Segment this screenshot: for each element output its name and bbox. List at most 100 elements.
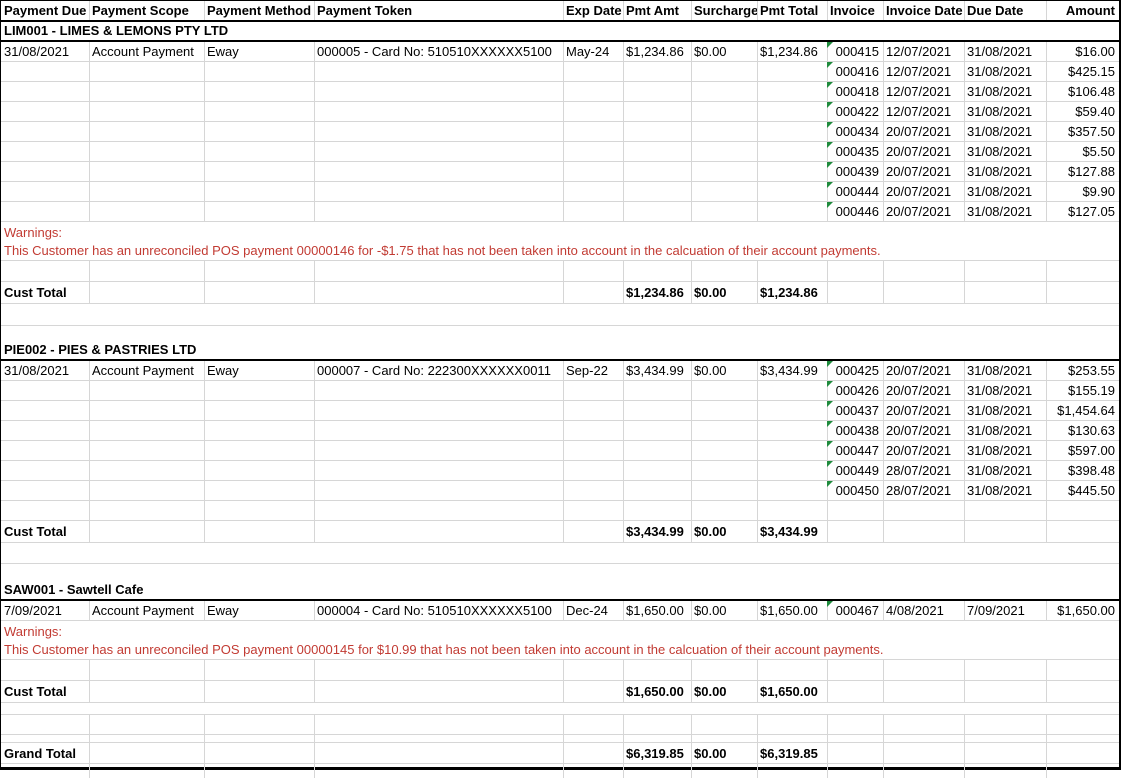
cell-payment-scope[interactable]: Account Payment	[89, 42, 204, 61]
col-header-amount[interactable]: Amount	[1046, 1, 1119, 20]
cust-total-label[interactable]: Cust Total	[1, 522, 89, 541]
cell-payment-token[interactable]: 000004 - Card No: 510510XXXXXX5100	[314, 601, 563, 620]
cell-amount[interactable]: $5.50	[1046, 142, 1119, 161]
cell-amount[interactable]: $130.63	[1046, 421, 1119, 440]
col-header-pmt-total[interactable]: Pmt Total	[757, 1, 827, 20]
cell-invoice-date[interactable]: 20/07/2021	[883, 162, 964, 181]
col-header-pmt-amt[interactable]: Pmt Amt	[623, 1, 691, 20]
cell-invoice-date[interactable]: 20/07/2021	[883, 122, 964, 141]
cell-amount[interactable]: $445.50	[1046, 481, 1119, 500]
cell-invoice-number[interactable]: 000444	[827, 182, 883, 201]
cell-invoice-date[interactable]: 20/07/2021	[883, 142, 964, 161]
cell-pmt-total[interactable]: $1,650.00	[757, 601, 827, 620]
cell-amount[interactable]: $16.00	[1046, 42, 1119, 61]
cell-payment-token[interactable]: 000007 - Card No: 222300XXXXXX0011	[314, 361, 563, 380]
cell-invoice-date[interactable]: 12/07/2021	[883, 82, 964, 101]
cell-invoice-number[interactable]: 000449	[827, 461, 883, 480]
cell-due-date[interactable]: 31/08/2021	[964, 361, 1046, 380]
cell-invoice-date[interactable]: 20/07/2021	[883, 441, 964, 460]
cust-total-label[interactable]: Cust Total	[1, 682, 89, 701]
cell-exp-date[interactable]: Sep-22	[563, 361, 623, 380]
cust-total-pmt-amt[interactable]: $1,650.00	[623, 682, 691, 701]
cell-payment-due[interactable]: 31/08/2021	[1, 361, 89, 380]
cell-amount[interactable]: $425.15	[1046, 62, 1119, 81]
cell-payment-token[interactable]: 000005 - Card No: 510510XXXXXX5100	[314, 42, 563, 61]
cell-invoice-date[interactable]: 12/07/2021	[883, 102, 964, 121]
cell-surcharge[interactable]: $0.00	[691, 361, 757, 380]
col-header-payment-due[interactable]: Payment Due	[1, 1, 89, 20]
cell-invoice-number[interactable]: 000422	[827, 102, 883, 121]
cell-payment-due[interactable]: 7/09/2021	[1, 601, 89, 620]
cell-pmt-total[interactable]: $3,434.99	[757, 361, 827, 380]
cell-due-date[interactable]: 31/08/2021	[964, 142, 1046, 161]
cell-invoice-number[interactable]: 000426	[827, 381, 883, 400]
cell-due-date[interactable]: 31/08/2021	[964, 162, 1046, 181]
cell-invoice-date[interactable]: 12/07/2021	[883, 42, 964, 61]
cell-pmt-amt[interactable]: $1,234.86	[623, 42, 691, 61]
cell-payment-method[interactable]: Eway	[204, 361, 314, 380]
customer-header-saw001[interactable]: SAW001 - Sawtell Cafe	[1, 581, 1119, 601]
cell-due-date[interactable]: 31/08/2021	[964, 102, 1046, 121]
cell-invoice-number[interactable]: 000467	[827, 601, 883, 620]
cell-amount[interactable]: $357.50	[1046, 122, 1119, 141]
cell-due-date[interactable]: 7/09/2021	[964, 601, 1046, 620]
cell-invoice-date[interactable]: 20/07/2021	[883, 182, 964, 201]
cell-due-date[interactable]: 31/08/2021	[964, 381, 1046, 400]
cell-invoice-number[interactable]: 000447	[827, 441, 883, 460]
cell-amount[interactable]: $9.90	[1046, 182, 1119, 201]
customer-header-lim001[interactable]: LIM001 - LIMES & LEMONS PTY LTD	[1, 22, 1119, 42]
cell-due-date[interactable]: 31/08/2021	[964, 461, 1046, 480]
cell-payment-due[interactable]: 31/08/2021	[1, 42, 89, 61]
cell-amount[interactable]: $106.48	[1046, 82, 1119, 101]
cell-pmt-amt[interactable]: $3,434.99	[623, 361, 691, 380]
col-header-invoice[interactable]: Invoice	[827, 1, 883, 20]
cust-total-pmt-total[interactable]: $1,234.86	[757, 283, 827, 302]
cell-payment-scope[interactable]: Account Payment	[89, 601, 204, 620]
cell-payment-method[interactable]: Eway	[204, 601, 314, 620]
cell-due-date[interactable]: 31/08/2021	[964, 441, 1046, 460]
cell-due-date[interactable]: 31/08/2021	[964, 421, 1046, 440]
cell-due-date[interactable]: 31/08/2021	[964, 122, 1046, 141]
cell-invoice-date[interactable]: 20/07/2021	[883, 381, 964, 400]
customer-header-pie002[interactable]: PIE002 - PIES & PASTRIES LTD	[1, 341, 1119, 361]
col-header-payment-token[interactable]: Payment Token	[314, 1, 563, 20]
col-header-surcharge[interactable]: Surcharge	[691, 1, 757, 20]
cell-invoice-number[interactable]: 000434	[827, 122, 883, 141]
cell-amount[interactable]: $127.88	[1046, 162, 1119, 181]
cell-amount[interactable]: $127.05	[1046, 202, 1119, 221]
cell-invoice-date[interactable]: 20/07/2021	[883, 401, 964, 420]
cell-invoice-number[interactable]: 000418	[827, 82, 883, 101]
cell-invoice-date[interactable]: 20/07/2021	[883, 202, 964, 221]
cell-amount[interactable]: $253.55	[1046, 361, 1119, 380]
cell-invoice-number[interactable]: 000435	[827, 142, 883, 161]
cell-invoice-date[interactable]: 28/07/2021	[883, 481, 964, 500]
cell-payment-scope[interactable]: Account Payment	[89, 361, 204, 380]
cell-invoice-number[interactable]: 000439	[827, 162, 883, 181]
cust-total-pmt-amt[interactable]: $3,434.99	[623, 522, 691, 541]
cell-exp-date[interactable]: May-24	[563, 42, 623, 61]
grand-total-label[interactable]: Grand Total	[1, 744, 89, 763]
cell-surcharge[interactable]: $0.00	[691, 42, 757, 61]
cell-invoice-number[interactable]: 000416	[827, 62, 883, 81]
cell-invoice-number[interactable]: 000438	[827, 421, 883, 440]
cell-due-date[interactable]: 31/08/2021	[964, 82, 1046, 101]
cell-exp-date[interactable]: Dec-24	[563, 601, 623, 620]
cust-total-pmt-amt[interactable]: $1,234.86	[623, 283, 691, 302]
cell-due-date[interactable]: 31/08/2021	[964, 62, 1046, 81]
cell-amount[interactable]: $398.48	[1046, 461, 1119, 480]
cell-invoice-number[interactable]: 000446	[827, 202, 883, 221]
cell-due-date[interactable]: 31/08/2021	[964, 182, 1046, 201]
cell-invoice-date[interactable]: 4/08/2021	[883, 601, 964, 620]
grand-total-pmt-total[interactable]: $6,319.85	[757, 744, 827, 763]
cell-surcharge[interactable]: $0.00	[691, 601, 757, 620]
cell-invoice-number[interactable]: 000437	[827, 401, 883, 420]
cust-total-surcharge[interactable]: $0.00	[691, 283, 757, 302]
grand-total-surcharge[interactable]: $0.00	[691, 744, 757, 763]
cell-amount[interactable]: $1,454.64	[1046, 401, 1119, 420]
cell-invoice-date[interactable]: 28/07/2021	[883, 461, 964, 480]
cell-invoice-date[interactable]: 20/07/2021	[883, 421, 964, 440]
cust-total-surcharge[interactable]: $0.00	[691, 682, 757, 701]
cell-invoice-date[interactable]: 20/07/2021	[883, 361, 964, 380]
cell-amount[interactable]: $1,650.00	[1046, 601, 1119, 620]
cell-invoice-date[interactable]: 12/07/2021	[883, 62, 964, 81]
